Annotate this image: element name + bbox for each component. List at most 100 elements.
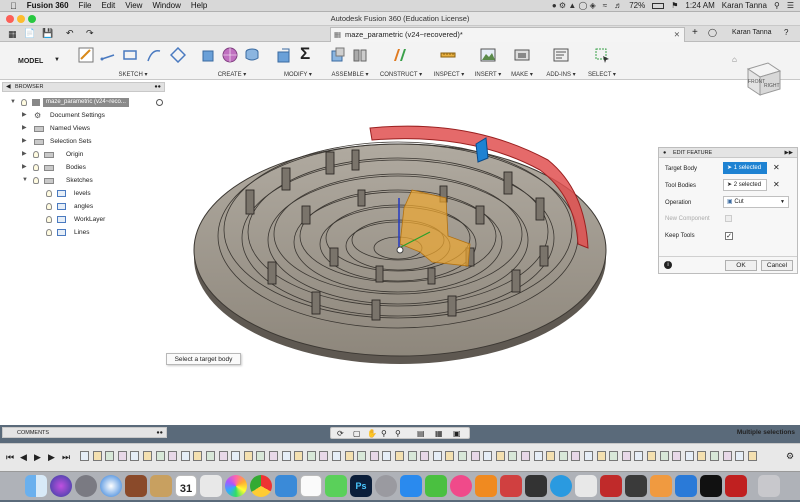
document-tab[interactable]: ▦ maze_parametric (v24~recovered)* ✕ xyxy=(330,27,685,42)
group-assemble[interactable]: ASSEMBLE ▾ xyxy=(328,44,372,78)
joint-icon[interactable] xyxy=(352,47,368,63)
orbit-icon[interactable]: ⟳ xyxy=(337,429,344,438)
textedit-icon[interactable] xyxy=(300,475,322,497)
timeline-feature-icon[interactable] xyxy=(672,451,682,461)
operation-dropdown[interactable]: ▣ Cut ▼ xyxy=(723,196,789,208)
browser-root[interactable]: ▼ maze_parametric (v24~reco... xyxy=(10,97,163,108)
press-pull-icon[interactable] xyxy=(276,47,292,63)
expand-chevron-icon[interactable]: ▶ xyxy=(22,162,27,173)
timeline-start-icon[interactable]: ⏮ xyxy=(6,452,14,463)
radio-icon[interactable] xyxy=(156,99,163,106)
timeline-forward-icon[interactable]: ▶ xyxy=(48,452,55,463)
timeline-feature-icon[interactable] xyxy=(634,451,644,461)
redo-icon[interactable]: ↷ xyxy=(86,28,94,39)
offset-plane-icon[interactable] xyxy=(392,47,408,63)
dialog-header[interactable]: ● EDIT FEATURE ▶▶ xyxy=(659,148,797,158)
app-menu[interactable]: Fusion 360 xyxy=(27,1,69,10)
timeline-feature-icon[interactable] xyxy=(344,451,354,461)
undo-icon[interactable]: ↶ xyxy=(66,28,74,39)
preview-icon[interactable] xyxy=(200,475,222,497)
browser-pin-icon[interactable]: ●● xyxy=(154,83,161,92)
photo-app-icon[interactable] xyxy=(125,475,147,497)
timeline-feature-icon[interactable] xyxy=(306,451,316,461)
new-tab-icon[interactable]: + xyxy=(692,27,698,38)
camera-app-icon[interactable] xyxy=(525,475,547,497)
timeline-feature-icon[interactable] xyxy=(495,451,505,461)
autocad-icon[interactable] xyxy=(600,475,622,497)
user-name[interactable]: Karan Tanna xyxy=(722,1,767,10)
create-sketch-icon[interactable] xyxy=(78,47,94,63)
launchpad-icon[interactable] xyxy=(75,475,97,497)
timeline-feature-icon[interactable] xyxy=(130,451,140,461)
minimize-window-button[interactable] xyxy=(17,15,25,23)
group-inspect[interactable]: INSPECT ▾ xyxy=(430,44,468,78)
zoom-icon[interactable]: ⚲ xyxy=(381,429,387,438)
group-make[interactable]: MAKE ▾ xyxy=(508,44,536,78)
home-view-icon[interactable]: ⌂ xyxy=(732,55,737,64)
timeline-feature-icon[interactable] xyxy=(92,451,102,461)
chrome-icon[interactable] xyxy=(250,475,272,497)
timeline-feature-icon[interactable] xyxy=(710,451,719,461)
visibility-bulb-icon[interactable] xyxy=(46,216,52,223)
info-icon[interactable]: i xyxy=(664,261,672,269)
timeline-feature-icon[interactable] xyxy=(243,451,253,461)
ps-app-icon[interactable] xyxy=(625,475,647,497)
photos-icon[interactable] xyxy=(225,475,247,497)
timeline-back-icon[interactable]: ◀ xyxy=(20,452,27,463)
timeline-feature-icon[interactable] xyxy=(319,451,329,461)
timeline-feature-icon[interactable] xyxy=(281,451,291,461)
clear-target-icon[interactable]: ✕ xyxy=(773,163,780,172)
itunes-icon[interactable] xyxy=(450,475,472,497)
group-create[interactable]: CREATE ▾ xyxy=(198,44,266,78)
timeline-feature-icon[interactable] xyxy=(735,451,745,461)
visibility-bulb-icon[interactable] xyxy=(21,99,27,106)
display-settings-icon[interactable]: ▤ xyxy=(417,429,425,438)
arc-icon[interactable] xyxy=(146,47,162,63)
timeline-feature-icon[interactable] xyxy=(508,451,518,461)
timeline-feature-icon[interactable] xyxy=(571,451,581,461)
timeline-feature-icon[interactable] xyxy=(420,451,430,461)
timeline-feature-icon[interactable] xyxy=(697,451,707,461)
safari-icon[interactable] xyxy=(100,475,122,497)
timeline-feature-icon[interactable] xyxy=(407,451,417,461)
cylinder-icon[interactable] xyxy=(244,47,260,63)
extrude-icon[interactable] xyxy=(200,47,216,63)
siri-icon[interactable] xyxy=(50,475,72,497)
rectangle-icon[interactable] xyxy=(122,47,138,63)
fusion360-icon[interactable] xyxy=(650,475,672,497)
visibility-bulb-icon[interactable] xyxy=(33,177,39,184)
apple-icon[interactable]:  xyxy=(10,1,17,11)
timeline-feature-icon[interactable] xyxy=(722,451,732,461)
spotlight-icon[interactable]: ⚲ xyxy=(774,1,780,10)
group-construct[interactable]: CONSTRUCT ▾ xyxy=(378,44,424,78)
group-insert[interactable]: INSERT ▾ xyxy=(472,44,504,78)
new-component-checkbox[interactable] xyxy=(725,215,732,222)
calendar-icon[interactable]: 31 xyxy=(175,475,197,497)
close-window-button[interactable] xyxy=(6,15,14,23)
timeline-feature-icon[interactable] xyxy=(659,451,669,461)
flag-icon[interactable]: ⚑ xyxy=(671,1,678,10)
timeline-feature-icon[interactable] xyxy=(168,451,178,461)
expand-chevron-icon[interactable]: ▶ xyxy=(22,123,27,134)
expand-chevron-icon[interactable]: ▼ xyxy=(10,97,16,108)
timeline-feature-icon[interactable] xyxy=(369,451,379,461)
skype-icon[interactable] xyxy=(550,475,572,497)
timeline-feature-icon[interactable] xyxy=(294,451,304,461)
save-icon[interactable]: 💾 xyxy=(42,28,53,39)
visibility-bulb-icon[interactable] xyxy=(46,190,52,197)
timeline-feature-icon[interactable] xyxy=(483,451,493,461)
timeline-feature-icon[interactable] xyxy=(206,451,215,461)
timeline-feature-icon[interactable] xyxy=(143,451,152,461)
group-sketch[interactable]: SKETCH ▾ xyxy=(76,44,190,78)
job-status-icon[interactable]: ◯ xyxy=(708,28,717,37)
clock[interactable]: 1:24 AM xyxy=(685,1,714,10)
timeline-feature-icon[interactable] xyxy=(80,451,89,461)
facetime-icon[interactable] xyxy=(425,475,447,497)
volume-icon[interactable]: ♬ xyxy=(614,1,622,10)
comments-panel-header[interactable]: COMMENTS ●● xyxy=(2,427,167,438)
workspace-switcher[interactable]: MODEL ▼ xyxy=(10,44,70,78)
timeline-play-icon[interactable]: ▶ xyxy=(34,452,41,463)
timeline-feature-icon[interactable] xyxy=(533,451,543,461)
timeline-feature-icon[interactable] xyxy=(521,451,530,461)
timeline-feature-icon[interactable] xyxy=(256,451,266,461)
